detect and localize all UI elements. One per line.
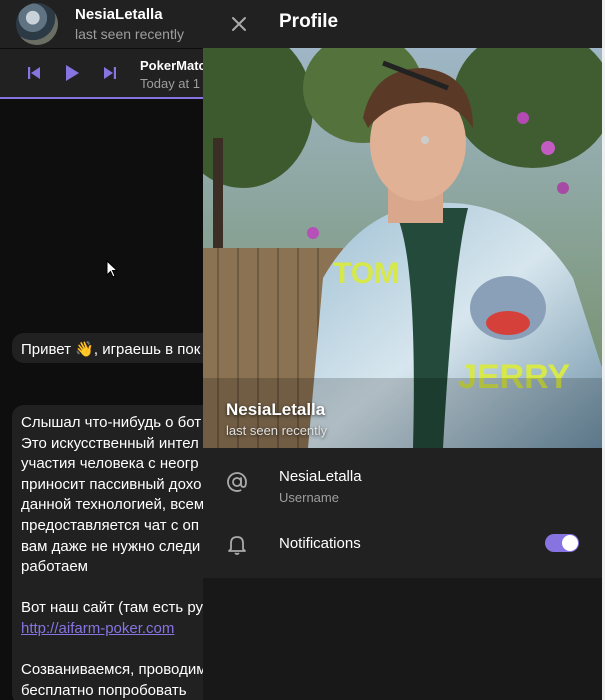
profile-header: Profile [203,0,602,48]
profile-status: last seen recently [226,423,328,438]
message-line: приносит пассивный дохо [21,475,202,493]
message-line: вам даже не нужно следи [21,537,201,555]
bell-icon [225,532,249,556]
svg-text:TOM: TOM [333,257,399,290]
previous-track-icon[interactable] [24,63,44,83]
chat-name: NesiaLetalla [75,6,163,23]
at-sign-icon [225,470,249,494]
message-line: Слышал что-нибудь о бот [21,414,202,431]
message-line: Это искусственный интел [21,434,199,452]
audio-player: PokerMatc Today at 1 [0,49,210,99]
notifications-label[interactable]: Notifications [279,535,361,552]
chat-view: NesiaLetalla last seen recently PokerMat… [0,0,210,700]
play-icon[interactable] [62,63,82,83]
notifications-toggle[interactable] [545,534,579,552]
message-line: работаем [21,558,88,576]
message-line: бесплатно попробовать [21,681,187,699]
profile-photo[interactable]: TOM JERRY [203,48,602,448]
avatar[interactable] [16,3,58,45]
mouse-cursor-icon [106,259,119,283]
track-title[interactable]: PokerMatc [140,58,206,73]
message-text: Привет 👋, играешь в пок [21,341,201,358]
profile-name: NesiaLetalla [226,400,326,419]
panel-title: Profile [279,11,339,32]
username-caption: Username [279,490,339,505]
message-bubble[interactable]: Слышал что-нибудь о бот Это искусственны… [12,405,210,700]
message-line: Вот наш сайт (там есть ру [21,599,204,617]
username-value[interactable]: NesiaLetalla [279,468,362,485]
profile-info: NesiaLetalla Username Notifications [203,448,602,578]
chat-status: last seen recently [75,26,184,42]
message-line: предоставляется чат с оп [21,516,199,534]
message-line: Созваниваемся, проводим [21,661,207,679]
close-icon[interactable] [227,12,251,36]
message-bubble[interactable]: Привет 👋, играешь в пок [12,333,210,363]
next-track-icon[interactable] [100,63,120,83]
website-link[interactable]: http://aifarm-poker.com [21,620,174,637]
message-line: участия человека с неогр [21,455,199,473]
message-line: данной технологией, всем [21,496,205,514]
chat-header[interactable]: NesiaLetalla last seen recently [0,0,210,48]
profile-panel: Profile TOM JERRY NesiaLetalla last seen… [203,0,602,700]
track-subtitle: Today at 1 [140,76,200,91]
